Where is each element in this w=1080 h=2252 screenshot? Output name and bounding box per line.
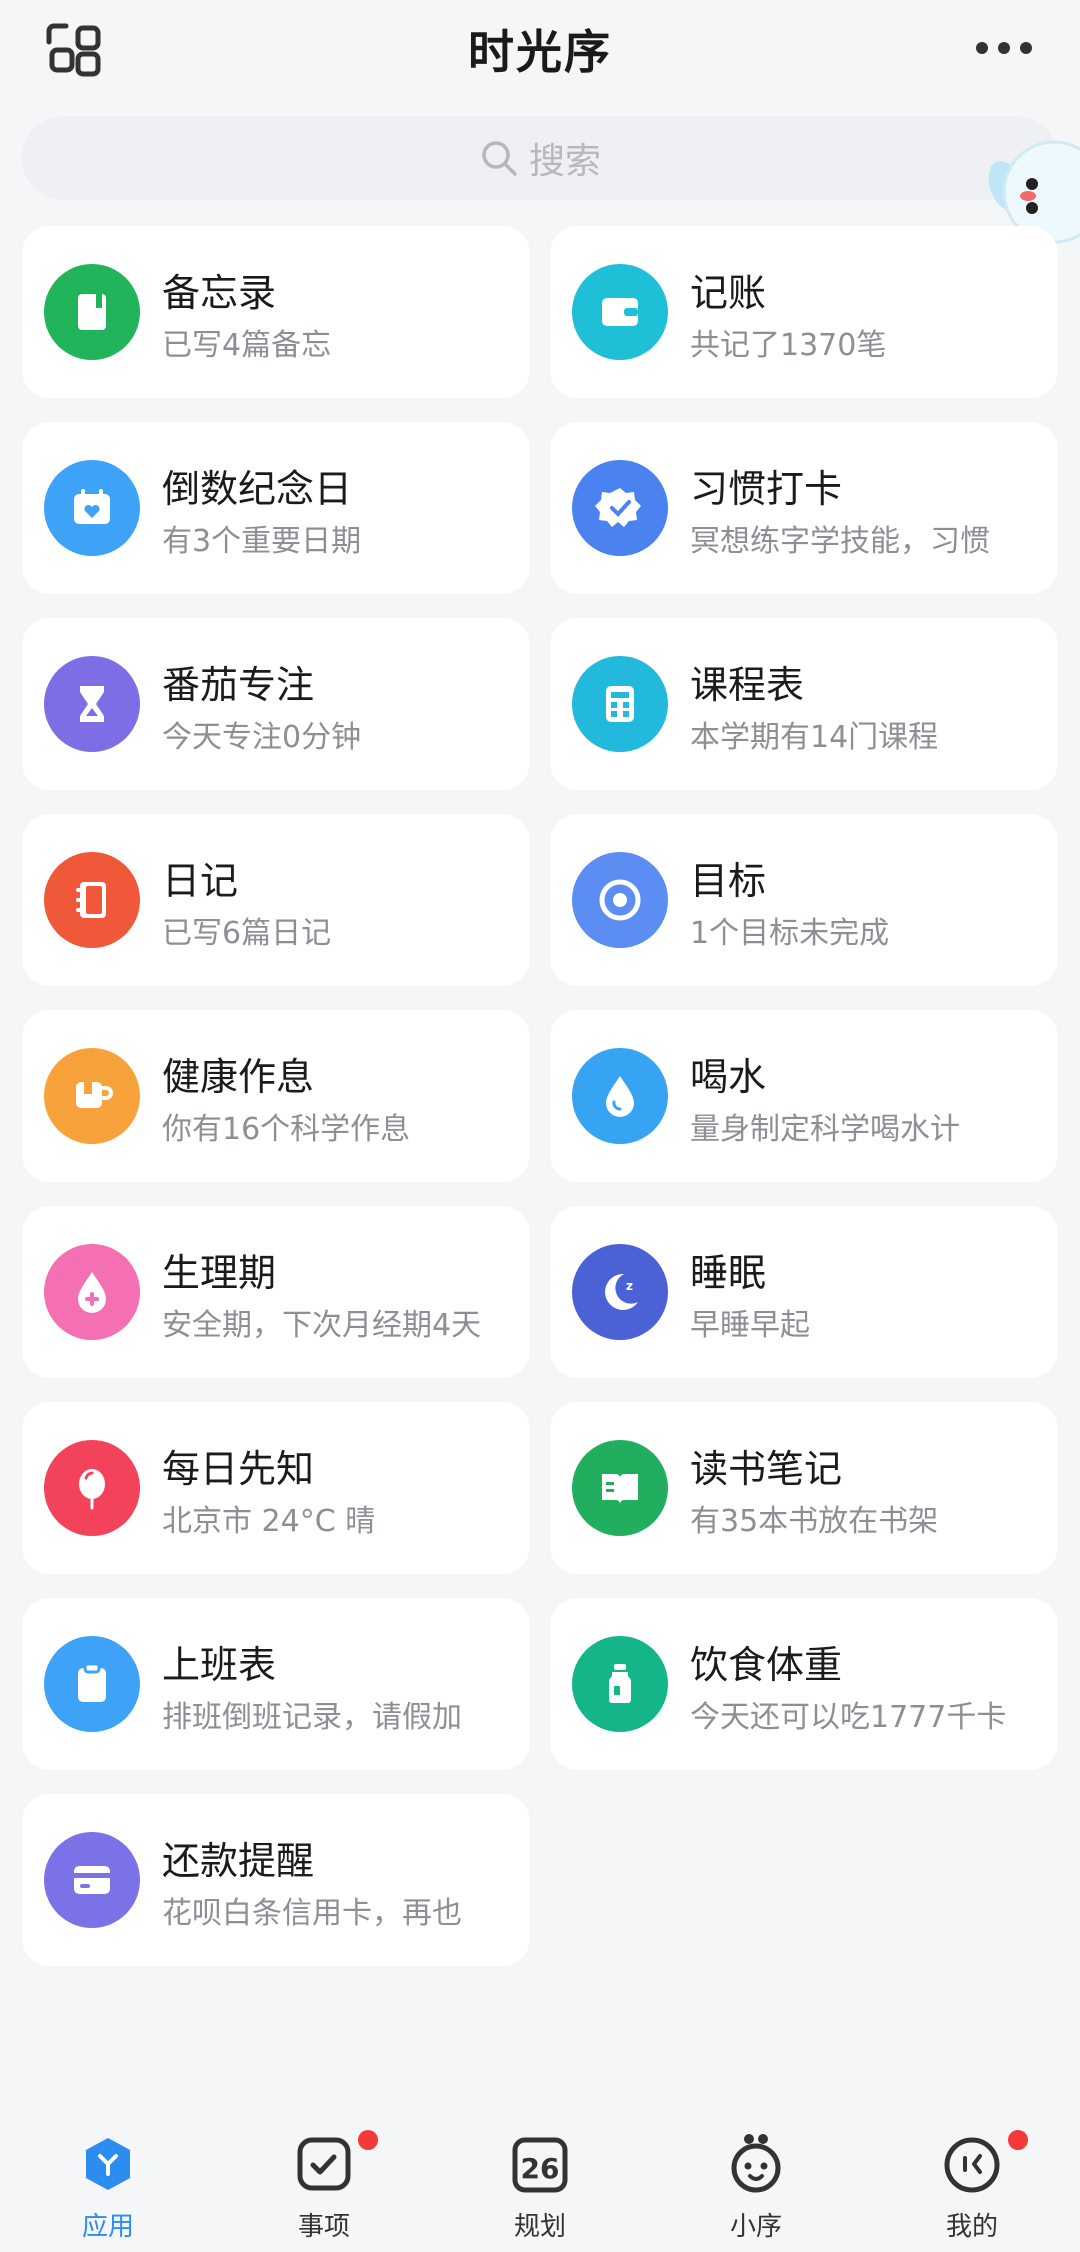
card-subtitle: 冥想练字学技能，习惯 — [690, 524, 990, 559]
card-goal[interactable]: 目标 1个目标未完成 — [550, 814, 1058, 986]
card-title: 饮食体重 — [690, 1643, 843, 1687]
nav-label: 小序 — [729, 2212, 782, 2242]
calendar-heart-icon — [44, 460, 140, 556]
blood-drop-plus-icon — [44, 1244, 140, 1340]
app-header: 时光序 — [0, 0, 1080, 100]
search-icon — [482, 141, 517, 176]
calendar-26-icon: 26 — [512, 2134, 568, 2194]
mascot-icon — [728, 2134, 784, 2194]
card-title: 备忘录 — [162, 271, 277, 315]
apps-icon — [80, 2134, 136, 2194]
cup-icon — [44, 1048, 140, 1144]
card-title: 上班表 — [162, 1643, 277, 1687]
nav-label: 应用 — [81, 2212, 134, 2242]
balloon-icon — [44, 1440, 140, 1536]
nav-label: 规划 — [513, 2212, 566, 2242]
calendar-day-text: 26 — [521, 2152, 560, 2185]
todo-check-icon — [296, 2134, 352, 2194]
target-icon — [572, 852, 668, 948]
card-subtitle: 已写6篇日记 — [162, 916, 332, 951]
search-input[interactable]: 搜索 — [22, 116, 1058, 200]
card-title: 还款提醒 — [162, 1839, 315, 1883]
card-subtitle: 1个目标未完成 — [690, 916, 890, 951]
card-title: 目标 — [690, 859, 767, 903]
nav-tab-assistant[interactable]: 小序 — [686, 2134, 826, 2252]
notebook-icon — [44, 264, 140, 360]
card-diet-weight[interactable]: 饮食体重 今天还可以吃1777千卡 — [550, 1598, 1058, 1770]
diary-icon — [44, 852, 140, 948]
card-title: 喝水 — [690, 1055, 767, 1099]
nav-tab-todo[interactable]: 事项 — [254, 2130, 394, 2252]
card-sleep[interactable]: z 睡眠 早睡早起 — [550, 1206, 1058, 1378]
profile-face-icon — [944, 2134, 1000, 2194]
card-subtitle: 早睡早起 — [690, 1308, 810, 1343]
card-title: 健康作息 — [162, 1055, 315, 1099]
card-memo[interactable]: 备忘录 已写4篇备忘 — [22, 226, 530, 398]
water-drop-icon — [572, 1048, 668, 1144]
page-title: 时光序 — [468, 25, 612, 79]
svg-text:z: z — [626, 1279, 633, 1293]
card-subtitle: 你有16个科学作息 — [162, 1112, 411, 1147]
nav-label: 事项 — [297, 2212, 350, 2242]
card-title: 每日先知 — [162, 1447, 315, 1491]
card-title: 番茄专注 — [162, 663, 315, 707]
card-diary[interactable]: 日记 已写6篇日记 — [22, 814, 530, 986]
card-subtitle: 共记了1370笔 — [690, 328, 887, 363]
card-health-routine[interactable]: 健康作息 你有16个科学作息 — [22, 1010, 530, 1182]
card-reading-notes[interactable]: 读书笔记 有35本书放在书架 — [550, 1402, 1058, 1574]
card-period[interactable]: 生理期 安全期，下次月经期4天 — [22, 1206, 530, 1378]
clipboard-icon — [44, 1636, 140, 1732]
card-title: 睡眠 — [690, 1251, 767, 1295]
card-subtitle: 量身制定科学喝水计 — [690, 1112, 960, 1147]
card-work-shift[interactable]: 上班表 排班倒班记录，请假加 — [22, 1598, 530, 1770]
card-schedule[interactable]: 课程表 本学期有14门课程 — [550, 618, 1058, 790]
calculator-icon — [572, 656, 668, 752]
card-daily-forecast[interactable]: 每日先知 北京市 24°C 晴 — [22, 1402, 530, 1574]
card-subtitle: 安全期，下次月经期4天 — [162, 1308, 482, 1343]
card-title: 课程表 — [690, 663, 805, 707]
hourglass-icon — [44, 656, 140, 752]
card-subtitle: 花呗白条信用卡，再也 — [162, 1896, 462, 1931]
search-placeholder: 搜索 — [528, 141, 601, 182]
card-title: 读书笔记 — [690, 1447, 843, 1491]
book-icon — [572, 1440, 668, 1536]
card-subtitle: 北京市 24°C 晴 — [162, 1504, 376, 1539]
card-title: 记账 — [690, 271, 767, 315]
notification-badge — [1008, 2130, 1028, 2150]
card-title: 日记 — [162, 859, 239, 903]
card-subtitle: 本学期有14门课程 — [690, 720, 939, 755]
moon-icon: z — [572, 1244, 668, 1340]
card-title: 习惯打卡 — [690, 467, 843, 511]
card-subtitle: 今天还可以吃1777千卡 — [690, 1700, 1007, 1735]
card-habit[interactable]: 习惯打卡 冥想练字学技能，习惯 — [550, 422, 1058, 594]
notification-badge — [358, 2130, 378, 2150]
card-pomodoro[interactable]: 番茄专注 今天专注0分钟 — [22, 618, 530, 790]
card-subtitle: 有35本书放在书架 — [690, 1504, 939, 1539]
credit-card-icon — [44, 1832, 140, 1928]
more-options-icon[interactable] — [972, 30, 1036, 66]
card-subtitle: 今天专注0分钟 — [162, 720, 362, 755]
card-countdown[interactable]: 倒数纪念日 有3个重要日期 — [22, 422, 530, 594]
nav-tab-plan[interactable]: 26 规划 — [470, 2134, 610, 2252]
card-subtitle: 排班倒班记录，请假加 — [162, 1700, 462, 1735]
bottle-icon — [572, 1636, 668, 1732]
card-repayment-reminder[interactable]: 还款提醒 花呗白条信用卡，再也 — [22, 1794, 530, 1966]
card-subtitle: 已写4篇备忘 — [162, 328, 332, 363]
badge-check-icon — [572, 460, 668, 556]
wallet-icon — [572, 264, 668, 360]
card-title: 生理期 — [162, 1251, 277, 1295]
bottom-nav: 应用 事项 26 规划 小序 我的 — [0, 2120, 1080, 2252]
nav-tab-apps[interactable]: 应用 — [38, 2134, 178, 2252]
card-accounting[interactable]: 记账 共记了1370笔 — [550, 226, 1058, 398]
card-title: 倒数纪念日 — [162, 467, 353, 511]
card-subtitle: 有3个重要日期 — [162, 524, 362, 559]
nav-label: 我的 — [945, 2212, 998, 2242]
card-drink-water[interactable]: 喝水 量身制定科学喝水计 — [550, 1010, 1058, 1182]
nav-tab-profile[interactable]: 我的 — [902, 2130, 1042, 2252]
